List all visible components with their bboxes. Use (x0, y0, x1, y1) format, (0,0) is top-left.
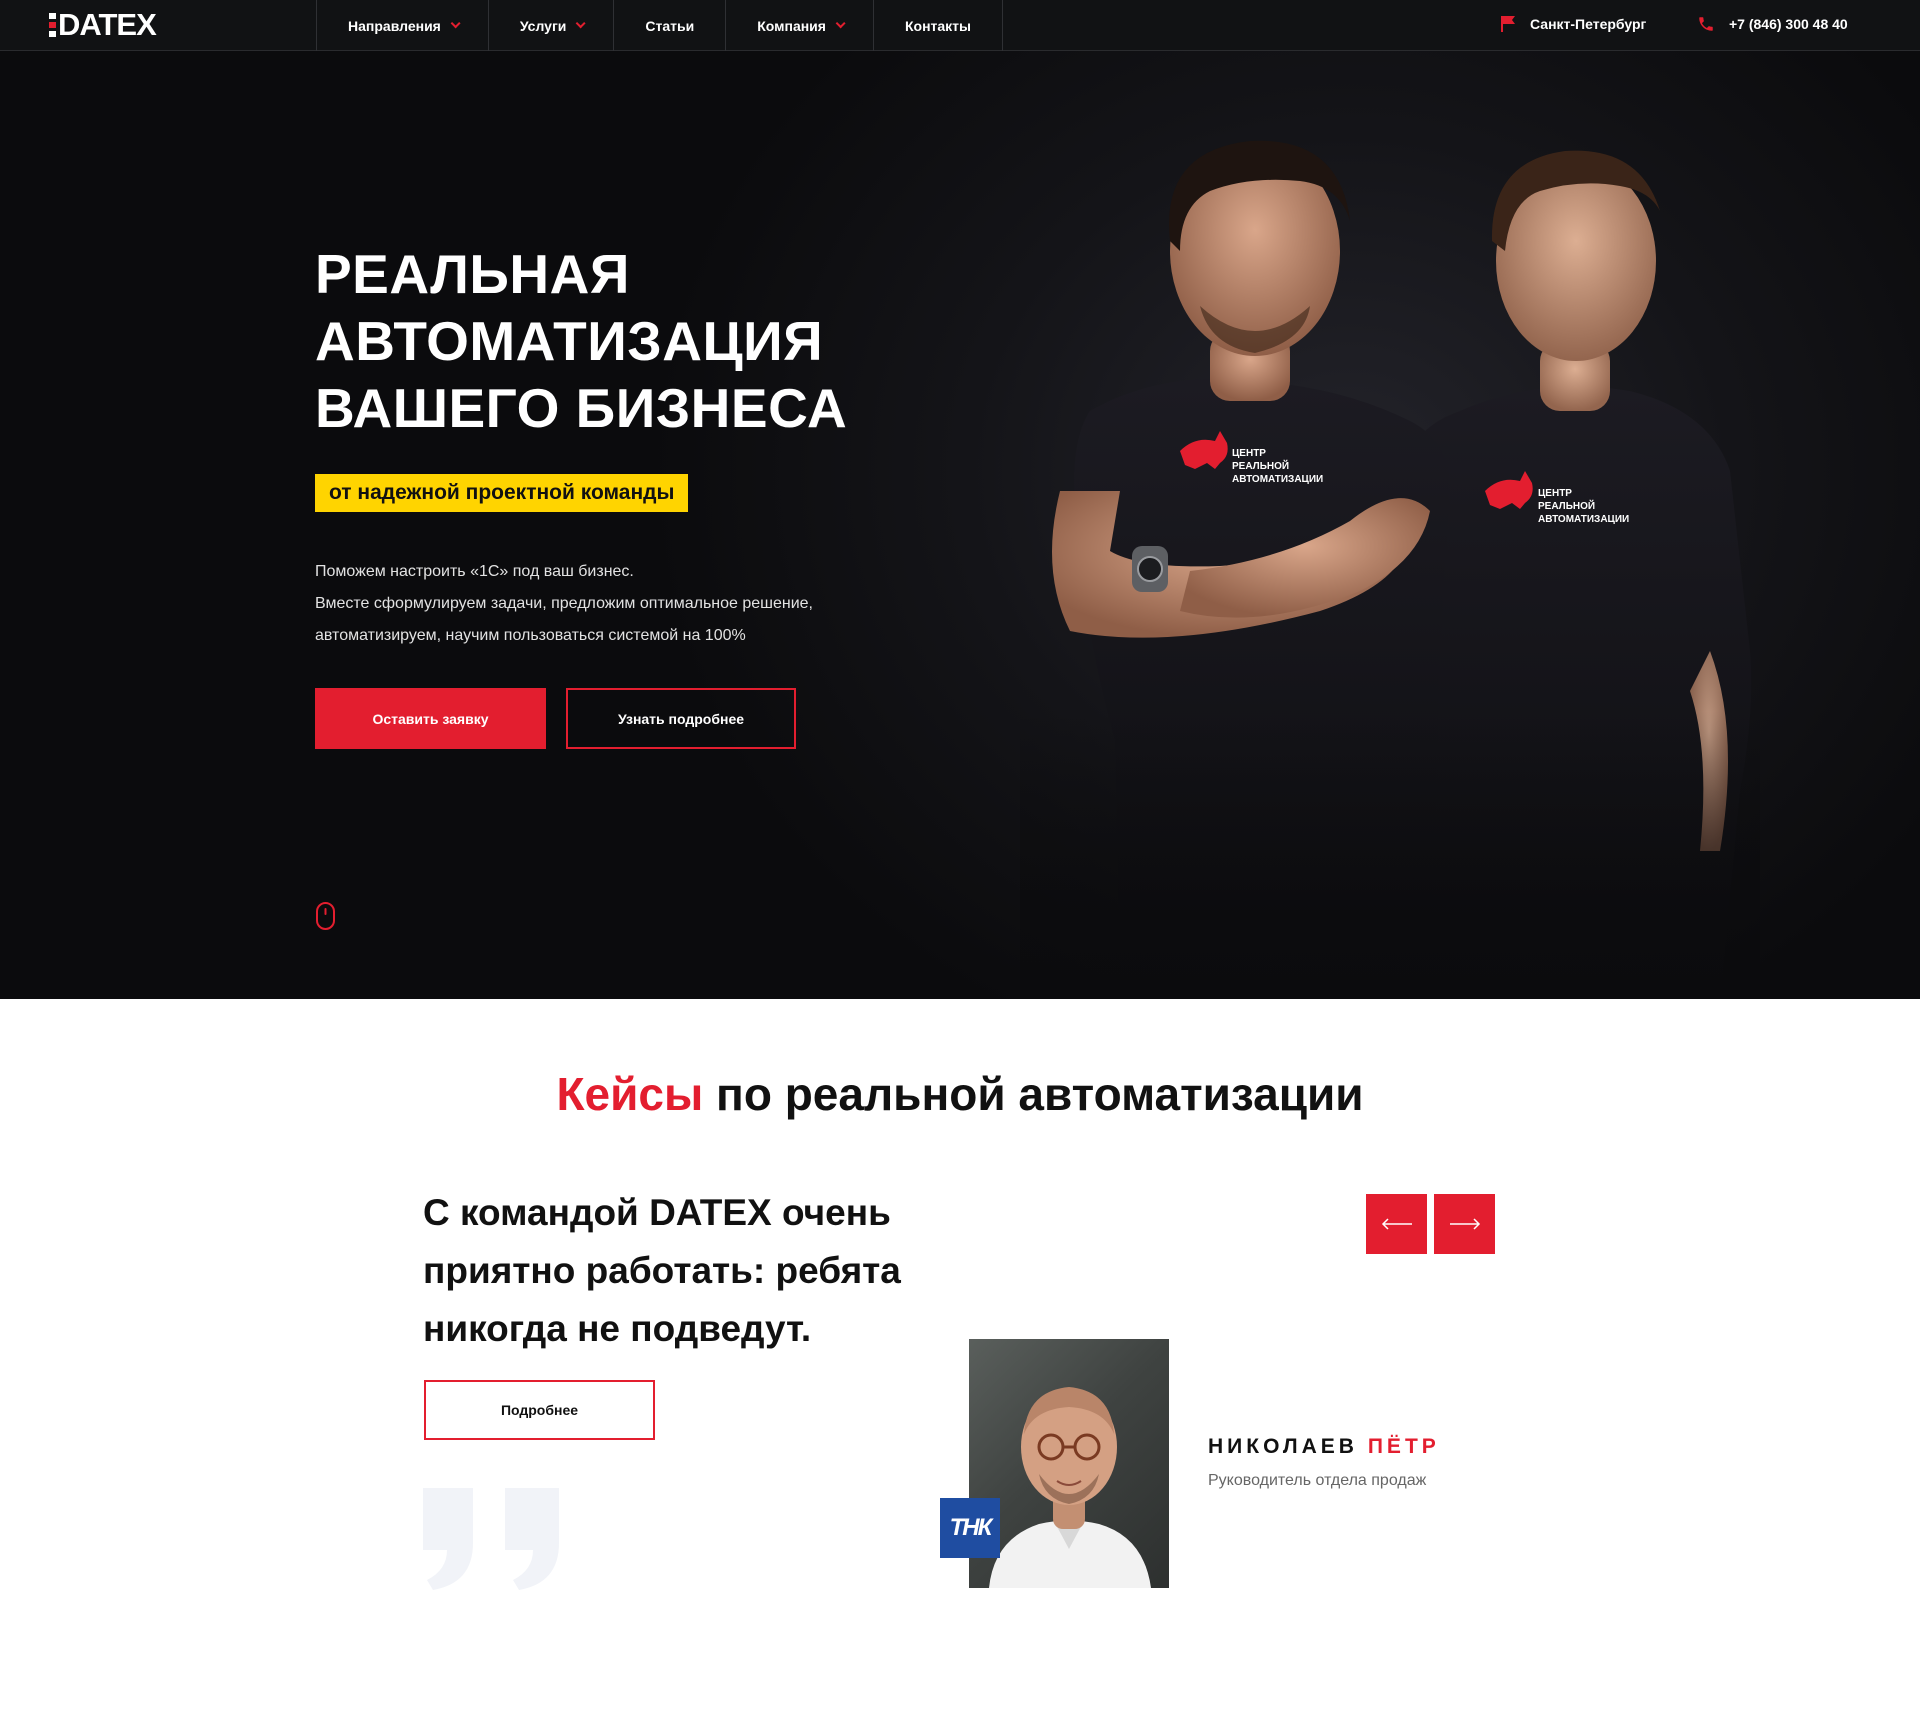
nav-item-contacts[interactable]: Контакты (874, 0, 1003, 51)
nav-item-company[interactable]: Компания (726, 0, 874, 51)
city-label: Санкт-Петербург (1530, 16, 1647, 32)
shirt-logo-text: РЕАЛЬНОЙ (1538, 499, 1595, 512)
logo-text: DATEX (58, 7, 157, 42)
learn-more-button[interactable]: Узнать подробнее (566, 688, 796, 749)
arrow-right-icon (1449, 1218, 1480, 1230)
logo-mark-icon (49, 13, 56, 37)
city-selector[interactable]: Санкт-Петербург (1500, 15, 1646, 33)
phone-link[interactable]: +7 (846) 300 48 40 (1697, 15, 1848, 33)
hero-title: РЕАЛЬНАЯ АВТОМАТИЗАЦИЯ ВАШЕГО БИЗНЕСА (315, 241, 847, 442)
shirt-logo-text: ЦЕНТР (1538, 488, 1572, 499)
nav-item-services[interactable]: Услуги (489, 0, 615, 51)
nav-item-label: Компания (757, 17, 826, 34)
cases-title-rest: по реальной автоматизации (703, 1068, 1364, 1120)
hero-title-line: ВАШЕГО БИЗНЕСА (315, 377, 848, 439)
testimonial-person-name: НИКОЛАЕВ ПЁТР (1208, 1435, 1440, 1459)
company-logo: ТНК (940, 1498, 1000, 1558)
cases-title-accent: Кейсы (556, 1068, 704, 1120)
hero-badge: от надежной проектной команды (315, 474, 689, 512)
team-photo: ЦЕНТР РЕАЛЬНОЙ АВТОМАТИЗАЦИИ ЦЕНТР РЕАЛЬ… (1020, 140, 1760, 999)
flag-icon (1501, 16, 1515, 32)
leave-request-button[interactable]: Оставить заявку (315, 688, 546, 749)
nav-item-label: Контакты (904, 17, 971, 34)
chevron-down-icon (450, 18, 461, 29)
slider-prev-button[interactable] (1366, 1194, 1427, 1254)
hero-title-line: РЕАЛЬНАЯ (315, 243, 630, 305)
hero-description: Поможем настроить «1С» под ваш бизнес. В… (315, 556, 915, 652)
hero-section: ЦЕНТР РЕАЛЬНОЙ АВТОМАТИЗАЦИИ ЦЕНТР РЕАЛЬ… (0, 51, 1920, 999)
slider-next-button[interactable] (1434, 1194, 1495, 1254)
shirt-logo-text: РЕАЛЬНОЙ (1232, 459, 1289, 472)
hero-description-line: Вместе сформулируем задачи, предложим оп… (315, 595, 813, 612)
top-navigation-bar: DATEX Направления Услуги Статьи Компания… (0, 0, 1920, 51)
chevron-down-icon (576, 18, 586, 29)
datex-logo[interactable]: DATEX (49, 7, 157, 42)
shirt-logo-text: АВТОМАТИЗАЦИИ (1538, 514, 1629, 525)
phone-number: +7 (846) 300 48 40 (1729, 16, 1848, 32)
quote-marks-icon (423, 1488, 559, 1590)
arrow-left-icon (1381, 1218, 1412, 1230)
chevron-down-icon (835, 18, 846, 29)
cases-title: Кейсы по реальной автоматизации (0, 1067, 1920, 1121)
hero-description-line: автоматизируем, научим пользоваться сист… (315, 627, 746, 644)
shirt-logo-text: ЦЕНТР (1232, 448, 1266, 459)
shirt-logo-text: АВТОМАТИЗАЦИИ (1232, 474, 1323, 485)
case-details-button[interactable]: Подробнее (424, 1380, 655, 1440)
person-first-name: ПЁТР (1367, 1435, 1440, 1458)
testimonial-person-role: Руководитель отдела продаж (1208, 1472, 1427, 1489)
hero-title-line: АВТОМАТИЗАЦИЯ (315, 310, 824, 372)
nav-item-articles[interactable]: Статьи (614, 0, 727, 51)
phone-icon (1699, 17, 1713, 31)
nav-item-label: Статьи (645, 17, 695, 34)
nav-item-label: Направления (348, 17, 441, 34)
nav-item-directions[interactable]: Направления (317, 0, 489, 51)
main-nav: Направления Услуги Статьи Компания Конта… (316, 0, 1003, 51)
scroll-down-icon[interactable] (316, 902, 335, 930)
person-last-name: НИКОЛАЕВ (1208, 1435, 1358, 1458)
nav-item-label: Услуги (519, 17, 567, 34)
hero-description-line: Поможем настроить «1С» под ваш бизнес. (315, 563, 634, 580)
testimonial-quote: С командой DATEX очень приятно работать:… (423, 1192, 901, 1349)
